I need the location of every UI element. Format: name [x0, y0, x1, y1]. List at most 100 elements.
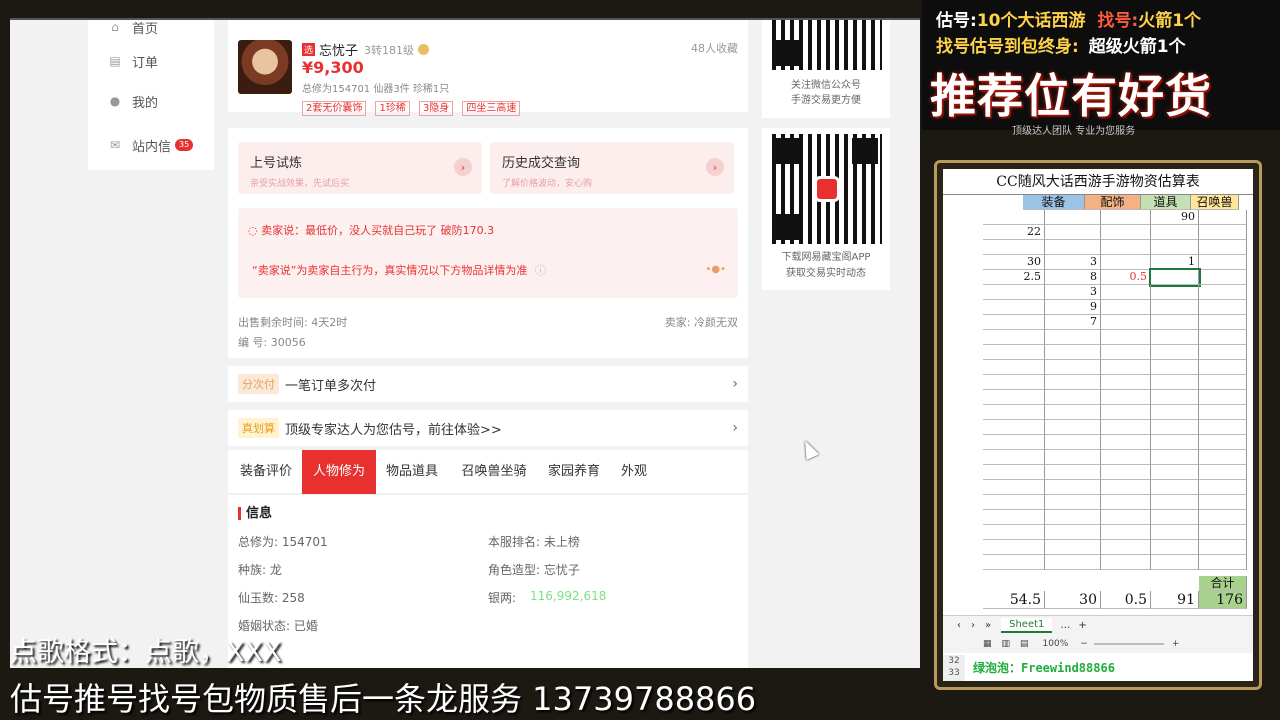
sheet-cell[interactable]: [1151, 330, 1199, 345]
sheet-cell[interactable]: [1199, 555, 1247, 570]
sheet-cell[interactable]: 30: [983, 255, 1045, 270]
sheet-cell[interactable]: [1045, 420, 1101, 435]
normal-view-icon[interactable]: ▦: [983, 639, 992, 649]
sheet-cell[interactable]: [1151, 540, 1199, 555]
sheet-cell[interactable]: [983, 285, 1045, 300]
sheet-cell[interactable]: [1151, 465, 1199, 480]
sheet-cell[interactable]: [1151, 525, 1199, 540]
more-icon[interactable]: …: [1060, 620, 1070, 631]
sheet-cell[interactable]: [1101, 465, 1151, 480]
sheet-cell[interactable]: 0.5: [1101, 270, 1151, 285]
sheet-cell[interactable]: [1199, 420, 1247, 435]
sheet-cell[interactable]: [983, 240, 1045, 255]
sheet-cell[interactable]: [1101, 435, 1151, 450]
sheet-cell[interactable]: [1199, 360, 1247, 375]
sheet-header-cell[interactable]: 道具: [1141, 195, 1191, 210]
sheet-cell[interactable]: [983, 330, 1045, 345]
nav-item-home[interactable]: ⌂ 首页: [88, 20, 214, 42]
sheet-cell[interactable]: [1151, 480, 1199, 495]
sheet-cell[interactable]: 22: [983, 225, 1045, 240]
sheet-cell[interactable]: [1045, 495, 1101, 510]
seller-name[interactable]: 卖家: 冷颜无双: [665, 314, 738, 330]
sheet-cell[interactable]: [1199, 210, 1247, 225]
sheet-cell[interactable]: [1199, 540, 1247, 555]
sheet-cell[interactable]: [1151, 375, 1199, 390]
sheet-cell[interactable]: [1151, 420, 1199, 435]
sheet-cell[interactable]: [1199, 480, 1247, 495]
nav-item-messages[interactable]: ✉ 站内信 35: [88, 130, 214, 160]
sheet-cell[interactable]: [1101, 240, 1151, 255]
sheet-cell[interactable]: [1101, 225, 1151, 240]
sheet-total-cell[interactable]: 54.5: [983, 591, 1045, 609]
sheet-cell[interactable]: 2.5: [983, 270, 1045, 285]
sheet-cell[interactable]: [983, 315, 1045, 330]
sheet-cell[interactable]: [1199, 405, 1247, 420]
sheet-cell[interactable]: [1199, 330, 1247, 345]
sheet-cell[interactable]: [983, 360, 1045, 375]
sheet-cell[interactable]: [983, 480, 1045, 495]
tab-home[interactable]: 家园养育: [542, 450, 606, 494]
sheet-cell[interactable]: [1199, 525, 1247, 540]
sheet-cell[interactable]: [1101, 315, 1151, 330]
prev-sheet-icon[interactable]: ‹: [957, 620, 961, 631]
sheet-cell[interactable]: [1199, 390, 1247, 405]
trial-button[interactable]: 上号试炼 亲受实战效果，先试后买 ›: [238, 142, 482, 194]
sheet-header-cell[interactable]: 配饰: [1085, 195, 1141, 210]
valuation-row[interactable]: 真划算 顶级专家达人为您估号，前往体验>> ›: [228, 410, 748, 446]
sheet-cell[interactable]: [1045, 480, 1101, 495]
sheet-cell[interactable]: [1151, 285, 1199, 300]
sheet-cell[interactable]: [983, 495, 1045, 510]
sheet-cell[interactable]: [1045, 435, 1101, 450]
sheet-cell[interactable]: [1045, 345, 1101, 360]
sheet-cell[interactable]: [1199, 465, 1247, 480]
sheet-total-cell[interactable]: 176: [1199, 591, 1247, 609]
sheet-cell[interactable]: [983, 435, 1045, 450]
sheet-cell[interactable]: [1101, 405, 1151, 420]
sheet-cell[interactable]: [1101, 210, 1151, 225]
product-card[interactable]: 选 忘忧子 3转181级 48人收藏 ¥9,300 总修为154701 仙器3件…: [228, 20, 748, 116]
sheet-cell[interactable]: [1101, 555, 1151, 570]
sheet-cell[interactable]: [1045, 465, 1101, 480]
sheet-cell[interactable]: [1151, 555, 1199, 570]
tab-equipment[interactable]: 装备评价: [232, 450, 300, 494]
carousel-dots[interactable]: •●•: [705, 264, 726, 275]
last-sheet-icon[interactable]: »: [985, 620, 991, 631]
sheet-cell[interactable]: 90: [1151, 210, 1199, 225]
sheet-cell[interactable]: [1199, 285, 1247, 300]
sheet-cell[interactable]: [1045, 510, 1101, 525]
next-sheet-icon[interactable]: ›: [971, 620, 975, 631]
sheet-cell[interactable]: [1101, 330, 1151, 345]
sheet-cell[interactable]: [983, 525, 1045, 540]
sheet-cell[interactable]: [1045, 390, 1101, 405]
sheet-cell[interactable]: [1101, 345, 1151, 360]
sheet-cell[interactable]: [1045, 450, 1101, 465]
sheet-cell[interactable]: [1101, 300, 1151, 315]
sheet-cell[interactable]: [1199, 345, 1247, 360]
sheet-cell[interactable]: [1199, 510, 1247, 525]
sheet-cell[interactable]: [1199, 315, 1247, 330]
sheet-cell[interactable]: 3: [1045, 255, 1101, 270]
page-break-icon[interactable]: ▤: [1020, 639, 1029, 649]
sheet-cell[interactable]: [1151, 510, 1199, 525]
sheet-cell[interactable]: [1101, 285, 1151, 300]
sheet-cell[interactable]: [1045, 540, 1101, 555]
sheet-cell[interactable]: [983, 465, 1045, 480]
sheet-cell[interactable]: [1151, 360, 1199, 375]
sheet-cell[interactable]: 8: [1045, 270, 1101, 285]
sheet-cell[interactable]: [1045, 330, 1101, 345]
sheet-cell[interactable]: [1199, 495, 1247, 510]
nav-item-orders[interactable]: ▤ 订单: [88, 46, 214, 76]
sheet-cell[interactable]: [983, 510, 1045, 525]
sheet-cell[interactable]: [1199, 435, 1247, 450]
sheet-cell[interactable]: [1101, 360, 1151, 375]
layout-view-icon[interactable]: ▥: [1002, 639, 1011, 649]
installment-row[interactable]: 分次付 一笔订单多次付 ›: [228, 366, 748, 402]
zoom-in-icon[interactable]: +: [1172, 639, 1180, 649]
sheet-cell[interactable]: [1045, 525, 1101, 540]
zoom-slider[interactable]: [1093, 643, 1164, 645]
sheet-cell[interactable]: [1151, 315, 1199, 330]
sheet-cell[interactable]: 7: [1045, 315, 1101, 330]
sheet-cell[interactable]: [1199, 450, 1247, 465]
sheet-total-label[interactable]: 合计: [1199, 576, 1247, 591]
sheet-cell[interactable]: [1199, 240, 1247, 255]
